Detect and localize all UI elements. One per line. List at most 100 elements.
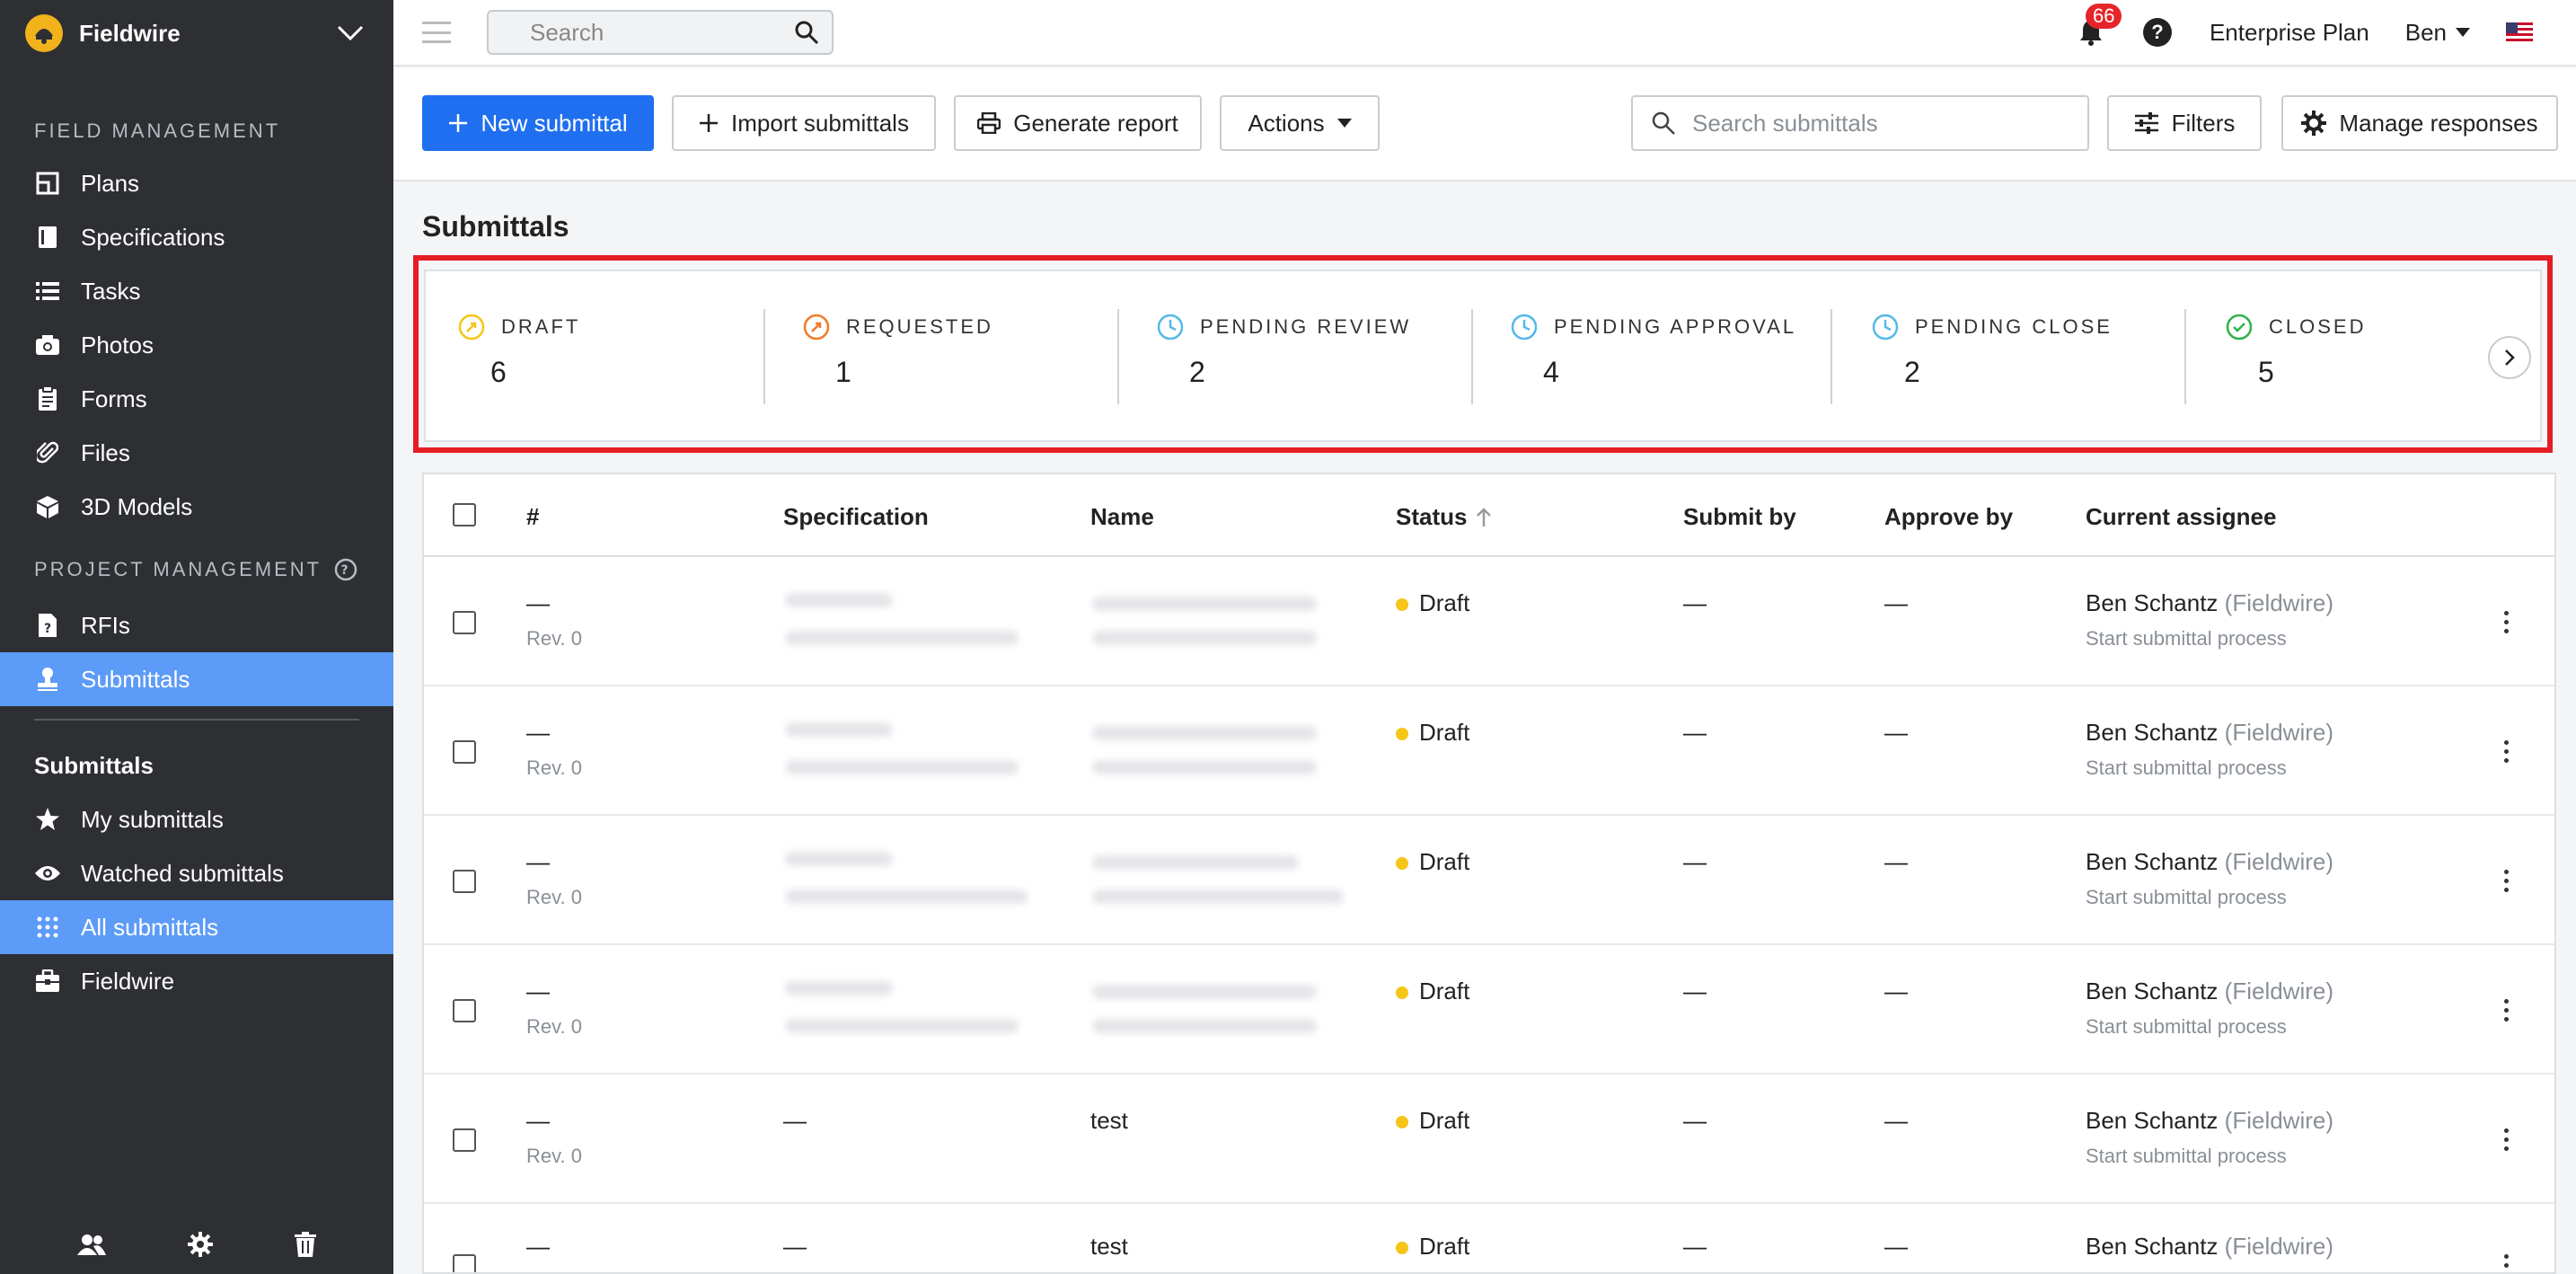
project-management-heading: PROJECT MANAGEMENT ? xyxy=(0,552,393,588)
column-submit-by[interactable]: Submit by xyxy=(1683,503,1796,531)
sidebar-item-plans[interactable]: Plans xyxy=(0,156,393,210)
row-more-icon[interactable] xyxy=(2504,1254,2510,1272)
name-cell: test xyxy=(1090,1107,1128,1134)
divider xyxy=(1117,309,1119,404)
row-checkbox[interactable] xyxy=(453,740,476,764)
table-row[interactable]: — Rev. 0 Draft — — Ben Schantz (Fieldwir… xyxy=(424,557,2554,686)
status-pending-review[interactable]: PENDING REVIEW 2 xyxy=(1157,309,1411,404)
table-row[interactable]: — Rev. 0 Draft — — Ben Schantz (Fieldwir… xyxy=(424,816,2554,945)
column-label: Approve by xyxy=(1884,503,2014,530)
draft-status-icon xyxy=(458,314,485,341)
people-icon[interactable] xyxy=(76,1234,106,1260)
assignee-name: Ben Schantz xyxy=(2086,978,2219,1004)
table-row[interactable]: — Rev. 0 Draft — — Ben Schantz (Fieldwir… xyxy=(424,686,2554,816)
gear-icon[interactable] xyxy=(187,1231,213,1261)
help-button[interactable]: ? xyxy=(2142,18,2172,47)
submit-by-cell: — xyxy=(1683,978,1707,1004)
sidebar-item-my-submittals[interactable]: My submittals xyxy=(0,792,393,846)
page-title: Submittals xyxy=(422,210,569,243)
sidebar-item-3d-models[interactable]: 3D Models xyxy=(0,480,393,534)
row-more-icon[interactable] xyxy=(2504,740,2510,763)
plans-icon xyxy=(34,170,61,197)
us-flag-icon[interactable] xyxy=(2506,22,2533,42)
fieldwire-logo-icon xyxy=(25,14,63,52)
actions-dropdown[interactable]: Actions xyxy=(1220,95,1380,151)
column-approve-by[interactable]: Approve by xyxy=(1884,503,2013,531)
status-count: 1 xyxy=(835,356,851,388)
next-statuses-button[interactable] xyxy=(2488,336,2531,379)
manage-responses-button[interactable]: Manage responses xyxy=(2281,95,2558,151)
generate-report-label: Generate report xyxy=(1013,109,1178,137)
generate-report-button[interactable]: Generate report xyxy=(954,95,1202,151)
sidebar: Fieldwire FIELD MANAGEMENT Plans Specifi… xyxy=(0,0,393,1274)
redacted-specification xyxy=(785,593,893,607)
draft-dot-icon xyxy=(1396,986,1408,1000)
row-checkbox[interactable] xyxy=(453,999,476,1022)
sidebar-item-submittals[interactable]: Submittals xyxy=(0,652,393,706)
search-submittals-placeholder: Search submittals xyxy=(1692,109,1878,137)
search-icon[interactable] xyxy=(794,20,819,45)
new-submittal-button[interactable]: New submittal xyxy=(422,95,654,151)
global-search-input[interactable]: Search xyxy=(487,10,834,55)
column-number[interactable]: # xyxy=(526,503,539,531)
sidebar-item-tasks[interactable]: Tasks xyxy=(0,264,393,318)
select-all-checkbox[interactable] xyxy=(453,503,476,526)
submit-by-cell: — xyxy=(1683,719,1707,746)
submit-by-cell: — xyxy=(1683,1107,1707,1134)
row-more-icon[interactable] xyxy=(2504,1128,2510,1151)
status-text: Draft xyxy=(1419,848,1470,875)
user-menu[interactable]: Ben xyxy=(2405,19,2470,47)
submittals-table: # Specification Name Status Submit by Ap… xyxy=(422,473,2556,1274)
sidebar-item-fieldwire[interactable]: Fieldwire xyxy=(0,954,393,1008)
sidebar-item-all-submittals[interactable]: All submittals xyxy=(0,900,393,954)
rfi-icon: ? xyxy=(34,612,61,639)
row-checkbox[interactable] xyxy=(453,870,476,893)
redacted-specification xyxy=(785,722,893,737)
column-current-assignee[interactable]: Current assignee xyxy=(2086,503,2276,531)
sidebar-item-specifications[interactable]: Specifications xyxy=(0,210,393,264)
grid-icon xyxy=(34,914,61,941)
sidebar-item-files[interactable]: Files xyxy=(0,426,393,480)
requested-status-icon xyxy=(803,314,830,341)
help-circle-icon[interactable]: ? xyxy=(334,558,357,581)
assignee-name: Ben Schantz xyxy=(2086,848,2219,875)
sidebar-item-rfis[interactable]: ? RFIs xyxy=(0,598,393,652)
row-checkbox[interactable] xyxy=(453,611,476,634)
sidebar-item-photos[interactable]: Photos xyxy=(0,318,393,372)
status-text: Draft xyxy=(1419,1233,1470,1260)
column-status[interactable]: Status xyxy=(1396,503,1492,531)
sidebar-item-label: Specifications xyxy=(81,223,225,251)
trash-icon[interactable] xyxy=(295,1231,317,1261)
column-name[interactable]: Name xyxy=(1090,503,1154,531)
row-more-icon[interactable] xyxy=(2504,870,2510,892)
notifications-button[interactable]: 66 xyxy=(2073,4,2122,50)
svg-text:?: ? xyxy=(44,622,51,636)
row-more-icon[interactable] xyxy=(2504,611,2510,633)
status-pending-approval[interactable]: PENDING APPROVAL 4 xyxy=(1511,309,1796,404)
sidebar-item-watched-submittals[interactable]: Watched submittals xyxy=(0,846,393,900)
row-checkbox[interactable] xyxy=(453,1254,476,1272)
table-row[interactable]: — Rev. 0 — test Draft — — Ben Schantz (F… xyxy=(424,1075,2554,1204)
submittals-subnav-heading: Submittals xyxy=(34,751,154,779)
status-draft[interactable]: DRAFT 6 xyxy=(458,309,580,404)
caret-down-icon xyxy=(2456,28,2470,37)
chevron-down-icon[interactable] xyxy=(332,15,368,51)
filters-button[interactable]: Filters xyxy=(2107,95,2262,151)
sidebar-item-forms[interactable]: Forms xyxy=(0,372,393,426)
status-requested[interactable]: REQUESTED 1 xyxy=(803,309,993,404)
row-checkbox[interactable] xyxy=(453,1128,476,1152)
redacted-specification-detail xyxy=(785,760,1019,774)
redacted-name xyxy=(1092,855,1299,870)
table-row[interactable]: — Rev. 0 Draft — — Ben Schantz (Fieldwir… xyxy=(424,945,2554,1075)
table-row[interactable]: — — test Draft — — Ben Schantz (Fieldwir… xyxy=(424,1204,2554,1272)
column-specification[interactable]: Specification xyxy=(783,503,929,531)
status-closed[interactable]: CLOSED 5 xyxy=(2226,309,2366,404)
org-switcher[interactable]: Fieldwire xyxy=(0,0,393,66)
status-cell: Draft xyxy=(1396,978,1469,1005)
status-pending-close[interactable]: PENDING CLOSE 2 xyxy=(1872,309,2113,404)
search-submittals-input[interactable]: Search submittals xyxy=(1631,95,2089,151)
hamburger-menu-icon[interactable] xyxy=(422,22,451,43)
assignee-org: (Fieldwire) xyxy=(2224,978,2334,1004)
import-submittals-button[interactable]: Import submittals xyxy=(672,95,936,151)
row-more-icon[interactable] xyxy=(2504,999,2510,1022)
